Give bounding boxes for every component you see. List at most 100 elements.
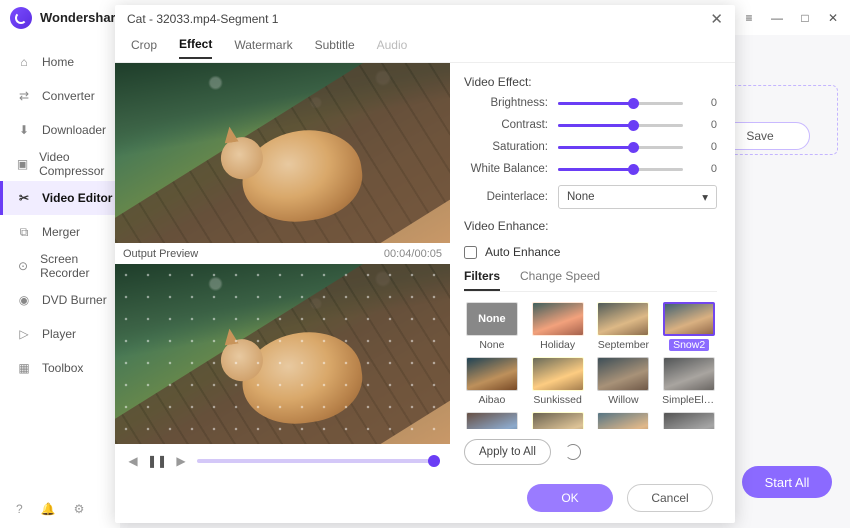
bell-icon[interactable]: 🔔: [41, 502, 56, 516]
filter-name: September: [598, 339, 649, 351]
filter-thumb: [597, 357, 649, 391]
dialog-title: Cat - 32033.mp4-Segment 1: [127, 12, 278, 26]
sidebar-item-label: Downloader: [42, 123, 106, 137]
filters-grid: NoneNone Holiday September Snow2 Aibao Sunkis…: [464, 302, 717, 429]
sidebar-item-video-editor[interactable]: ✂Video Editor: [0, 181, 120, 215]
subtab-change-speed[interactable]: Change Speed: [520, 269, 600, 291]
sidebar-item-converter[interactable]: ⇄ Converter: [0, 79, 120, 113]
merge-icon: ⧉: [16, 224, 32, 240]
filter-name: Snow2: [669, 339, 709, 351]
next-icon[interactable]: ▶: [173, 453, 189, 469]
filter-thumb: None: [466, 302, 518, 336]
start-all-button[interactable]: Start All: [742, 466, 832, 498]
filter-holiday[interactable]: Holiday: [530, 302, 586, 351]
minimize-icon[interactable]: —: [770, 11, 784, 25]
tab-watermark[interactable]: Watermark: [234, 38, 292, 58]
sidebar-item-label: Video Editor: [42, 191, 112, 205]
subtab-filters[interactable]: Filters: [464, 269, 500, 291]
filter-thumb: [597, 302, 649, 336]
timeline-slider[interactable]: [197, 459, 440, 463]
filter-none[interactable]: NoneNone: [464, 302, 520, 351]
filter-aibao[interactable]: Aibao: [464, 357, 520, 406]
sidebar-item-toolbox[interactable]: ▦ Toolbox: [0, 351, 120, 385]
time-display: 00:04/00:05: [384, 248, 442, 260]
filter-thumb: [532, 412, 584, 429]
dialog-close-icon[interactable]: ✕: [710, 10, 723, 28]
sidebar-item-home[interactable]: ⌂Home: [0, 45, 120, 79]
filter-thumb: [597, 412, 649, 429]
sidebar-item-label: Converter: [42, 89, 95, 103]
filter-name: Holiday: [540, 339, 575, 351]
tab-crop[interactable]: Crop: [131, 38, 157, 58]
settings-icon[interactable]: ⚙: [74, 502, 85, 516]
app-logo-icon: [10, 7, 32, 29]
contrast-label: Contrast:: [464, 119, 548, 131]
filter-unnamed[interactable]: [661, 412, 717, 429]
sidebar-item-screen-recorder[interactable]: ⊙Screen Recorder: [0, 249, 120, 283]
convert-icon: ⇄: [16, 88, 32, 104]
output-preview: [115, 264, 450, 444]
output-preview-label: Output Preview: [123, 248, 198, 260]
pause-icon[interactable]: ❚❚: [149, 453, 165, 469]
prev-icon[interactable]: ◀: [125, 453, 141, 469]
filter-name: Willow: [608, 394, 638, 406]
play-icon: ▷: [16, 326, 32, 342]
sidebar-item-player[interactable]: ▷ Player: [0, 317, 120, 351]
saturation-slider[interactable]: [558, 146, 683, 149]
effect-dialog: Cat - 32033.mp4-Segment 1 ✕ Crop Effect Wa…: [115, 5, 735, 523]
filter-thumb: [466, 412, 518, 429]
sidebar-item-label: Merger: [42, 225, 80, 239]
dialog-header: Cat - 32033.mp4-Segment 1 ✕: [115, 5, 735, 33]
video-effect-title: Video Effect:: [464, 75, 717, 89]
filter-september[interactable]: September: [596, 302, 652, 351]
white_balance-label: White Balance:: [464, 163, 548, 175]
sidebar: ⌂Home ⇄ Converter ⬇ Downloader ▣Video Compres…: [0, 35, 120, 528]
download-icon: ⬇: [16, 122, 32, 138]
sidebar-item-label: Player: [42, 327, 76, 341]
brightness-label: Brightness:: [464, 97, 548, 109]
record-icon: ⊙: [16, 258, 30, 274]
maximize-icon[interactable]: □: [798, 11, 812, 25]
contrast-slider[interactable]: [558, 124, 683, 127]
brightness-slider[interactable]: [558, 102, 683, 105]
disc-icon: ◉: [16, 292, 32, 308]
tab-effect[interactable]: Effect: [179, 37, 212, 59]
filter-simpleelegance[interactable]: SimpleElegance: [661, 357, 717, 406]
filter-thumb: [532, 357, 584, 391]
contrast-value: 0: [693, 119, 717, 131]
chevron-down-icon: ▾: [702, 190, 708, 204]
subtabs: Filters Change Speed: [464, 269, 717, 292]
filter-snow2[interactable]: Snow2: [661, 302, 717, 351]
grid-icon: ▦: [16, 360, 32, 376]
tab-subtitle[interactable]: Subtitle: [315, 38, 355, 58]
sidebar-item-label: Home: [42, 55, 74, 69]
filter-thumb: [663, 357, 715, 391]
cancel-button[interactable]: Cancel: [627, 484, 713, 512]
apply-to-all-button[interactable]: Apply to All: [464, 439, 551, 465]
sidebar-item-video-compressor[interactable]: ▣Video Compressor: [0, 147, 120, 181]
filter-sunkissed[interactable]: Sunkissed: [530, 357, 586, 406]
filter-unnamed[interactable]: [530, 412, 586, 429]
close-icon[interactable]: ✕: [826, 11, 840, 25]
refresh-icon[interactable]: [565, 444, 581, 460]
filter-name: SimpleElegance: [662, 394, 716, 406]
sidebar-item-dvd-burner[interactable]: ◉DVD Burner: [0, 283, 120, 317]
sidebar-item-label: Video Compressor: [39, 150, 120, 178]
filter-unnamed[interactable]: [596, 412, 652, 429]
auto-enhance-checkbox[interactable]: [464, 246, 477, 259]
sidebar-item-merger[interactable]: ⧉ Merger: [0, 215, 120, 249]
help-icon[interactable]: ?: [16, 502, 23, 516]
sidebar-item-downloader[interactable]: ⬇ Downloader: [0, 113, 120, 147]
filter-thumb: [466, 357, 518, 391]
sidebar-footer: ? 🔔 ⚙: [0, 490, 120, 528]
filter-willow[interactable]: Willow: [596, 357, 652, 406]
filter-unnamed[interactable]: [464, 412, 520, 429]
hamburger-icon[interactable]: ≡: [742, 11, 756, 25]
ok-button[interactable]: OK: [527, 484, 613, 512]
tab-audio: Audio: [377, 38, 408, 58]
white_balance-slider[interactable]: [558, 168, 683, 171]
sidebar-item-label: Toolbox: [42, 361, 83, 375]
effect-panel: Video Effect: Brightness: 0Contrast: 0Sa…: [450, 63, 735, 473]
deinterlace-select[interactable]: None ▾: [558, 185, 717, 209]
filter-name: Aibao: [478, 394, 505, 406]
